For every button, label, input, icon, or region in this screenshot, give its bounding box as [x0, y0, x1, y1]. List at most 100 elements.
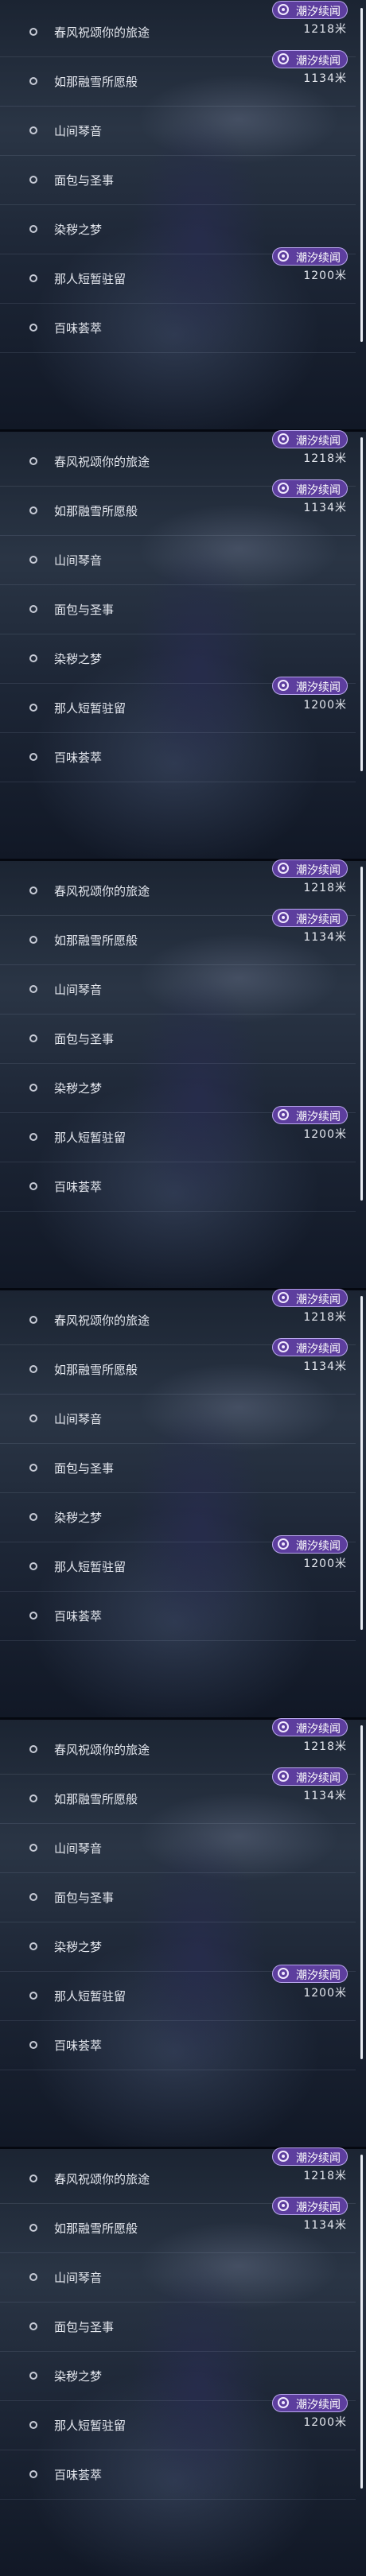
quest-list-item[interactable]: 百味荟萃: [0, 1592, 356, 1641]
quest-name: 染秽之梦: [54, 2369, 103, 2384]
distance-value: 1200: [303, 1987, 335, 2000]
distance-value: 1134: [303, 1790, 335, 1802]
distance-value: 1200: [303, 2416, 335, 2429]
list-scrollbar[interactable]: [360, 1725, 363, 2059]
list-scrollbar[interactable]: [360, 867, 363, 1201]
distance-unit: 米: [335, 23, 347, 36]
radio-circle-icon: [29, 2224, 37, 2232]
quest-list-item[interactable]: 百味荟萃: [0, 304, 356, 353]
quest-list-item[interactable]: 百味荟萃: [0, 1162, 356, 1212]
radio-circle-icon: [29, 654, 37, 662]
distance-label: 1134米: [283, 1358, 347, 1374]
promo-label: 潮汐续闻: [296, 1294, 341, 1306]
quest-name: 春风祝颂你的旅途: [54, 2172, 150, 2186]
quest-name: 春风祝颂你的旅途: [54, 1743, 150, 1757]
quest-name: 如那融雪所愿般: [54, 1363, 138, 1377]
promo-badge: 潮汐续闻: [272, 1535, 348, 1554]
quest-list-item[interactable]: 面包与圣事: [0, 156, 356, 205]
distance-unit: 米: [335, 1128, 347, 1141]
distance-unit: 米: [335, 2219, 347, 2232]
quest-list-item[interactable]: 面包与圣事: [0, 2302, 356, 2352]
promo-badge: 潮汐续闻: [272, 2197, 348, 2215]
radio-circle-icon: [29, 1942, 37, 1950]
list-scrollbar[interactable]: [360, 8, 363, 342]
quest-name: 山间琴音: [54, 553, 103, 568]
promo-badge: 潮汐续闻: [272, 2394, 348, 2412]
quest-name: 染秽之梦: [54, 1940, 103, 1954]
quest-list-item[interactable]: 山间琴音: [0, 1395, 356, 1444]
radio-circle-icon: [29, 886, 37, 894]
list-scrollbar[interactable]: [360, 1296, 363, 1630]
radio-circle-icon: [29, 1612, 37, 1620]
quest-list: 春风祝颂你的旅途 潮汐续闻 1218米 如那融雪所愿般 潮汐续闻 1134米 山间琴音 面包与…: [0, 1717, 366, 2147]
quest-list-item[interactable]: 面包与圣事: [0, 585, 356, 634]
quest-name: 山间琴音: [54, 983, 103, 997]
quest-name: 面包与圣事: [54, 2320, 115, 2334]
distance-unit: 米: [335, 502, 347, 514]
promo-label: 潮汐续闻: [296, 1540, 341, 1553]
list-scrollbar[interactable]: [360, 437, 363, 771]
radio-circle-icon: [29, 1844, 37, 1852]
quest-list-panel: 春风祝颂你的旅途 潮汐续闻 1218米 如那融雪所愿般 潮汐续闻 1134米 山间琴音 面包与…: [0, 859, 366, 1288]
radio-circle-icon: [29, 176, 37, 184]
radio-circle-icon: [29, 324, 37, 332]
quest-name: 面包与圣事: [54, 603, 115, 617]
distance-unit: 米: [335, 452, 347, 465]
event-icon: [278, 1109, 289, 1120]
quest-list: 春风祝颂你的旅途 潮汐续闻 1218米 如那融雪所愿般 潮汐续闻 1134米 山间琴音 面包与…: [0, 0, 366, 429]
distance-unit: 米: [335, 1311, 347, 1324]
quest-list-item[interactable]: 山间琴音: [0, 107, 356, 156]
event-icon: [278, 2200, 289, 2211]
list-scrollbar[interactable]: [360, 2155, 363, 2489]
promo-label: 潮汐续闻: [296, 1772, 341, 1785]
quest-name: 如那融雪所愿般: [54, 504, 138, 518]
radio-circle-icon: [29, 1513, 37, 1521]
promo-label: 潮汐续闻: [296, 2399, 341, 2411]
quest-list-item[interactable]: 百味荟萃: [0, 733, 356, 782]
quest-list-item[interactable]: 山间琴音: [0, 965, 356, 1014]
event-icon: [278, 483, 289, 494]
event-icon: [278, 1968, 289, 1979]
radio-circle-icon: [29, 2273, 37, 2281]
quest-list-item[interactable]: 山间琴音: [0, 2253, 356, 2302]
quest-list-item[interactable]: 面包与圣事: [0, 1014, 356, 1064]
distance-label: 1134米: [283, 70, 347, 86]
quest-name: 如那融雪所愿般: [54, 1792, 138, 1806]
quest-list-item[interactable]: 百味荟萃: [0, 2450, 356, 2500]
quest-list-item[interactable]: 面包与圣事: [0, 1873, 356, 1922]
distance-value: 1134: [303, 2219, 335, 2232]
distance-label: 1200米: [283, 1126, 347, 1142]
radio-circle-icon: [29, 936, 37, 944]
quest-list-panel: 春风祝颂你的旅途 潮汐续闻 1218米 如那融雪所愿般 潮汐续闻 1134米 山间琴音 面包与…: [0, 429, 366, 859]
quest-name: 百味荟萃: [54, 1609, 103, 1624]
quest-list-panel: 春风祝颂你的旅途 潮汐续闻 1218米 如那融雪所愿般 潮汐续闻 1134米 山间琴音 面包与…: [0, 1717, 366, 2147]
event-icon: [278, 53, 289, 64]
quest-name: 百味荟萃: [54, 321, 103, 336]
radio-circle-icon: [29, 126, 37, 134]
promo-label: 潮汐续闻: [296, 1723, 341, 1736]
radio-circle-icon: [29, 2174, 37, 2182]
promo-badge: 潮汐续闻: [272, 247, 348, 266]
quest-name: 春风祝颂你的旅途: [54, 455, 150, 469]
quest-list-item[interactable]: 百味荟萃: [0, 2021, 356, 2070]
quest-list-item[interactable]: 山间琴音: [0, 536, 356, 585]
event-icon: [278, 863, 289, 874]
promo-label: 潮汐续闻: [296, 484, 341, 497]
event-icon: [278, 912, 289, 923]
quest-list-item[interactable]: 面包与圣事: [0, 1444, 356, 1493]
distance-unit: 米: [335, 931, 347, 944]
distance-label: 1200米: [283, 267, 347, 283]
quest-name: 如那融雪所愿般: [54, 933, 138, 948]
promo-label: 潮汐续闻: [296, 914, 341, 926]
promo-badge: 潮汐续闻: [272, 677, 348, 695]
distance-label: 1218米: [283, 1309, 347, 1325]
distance-label: 1134米: [283, 2217, 347, 2233]
radio-circle-icon: [29, 2421, 37, 2429]
radio-circle-icon: [29, 1745, 37, 1753]
quest-list-item[interactable]: 山间琴音: [0, 1824, 356, 1873]
radio-circle-icon: [29, 1034, 37, 1042]
quest-name: 山间琴音: [54, 2271, 103, 2285]
distance-label: 1134米: [283, 1787, 347, 1803]
distance-value: 1218: [303, 452, 335, 465]
radio-circle-icon: [29, 274, 37, 282]
